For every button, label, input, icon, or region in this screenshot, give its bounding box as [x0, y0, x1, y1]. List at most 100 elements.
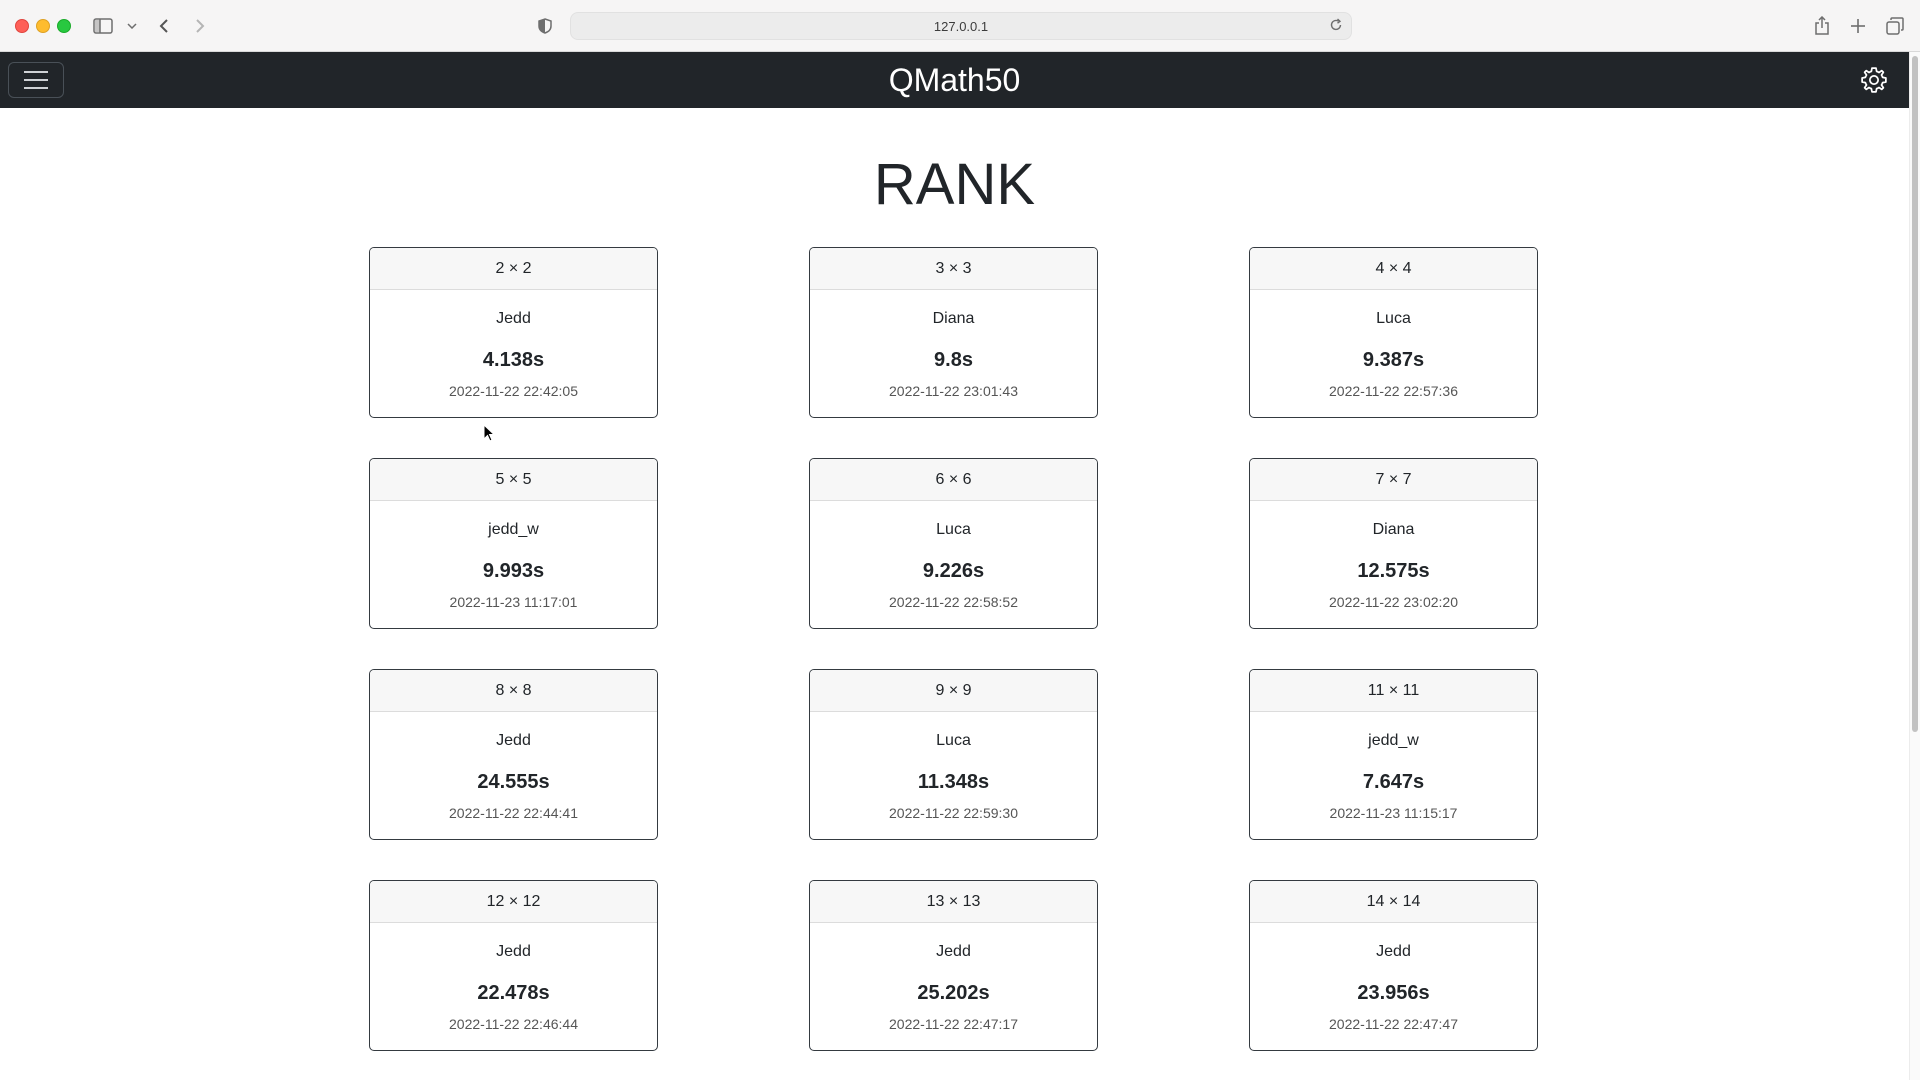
record-date: 2022-11-22 22:59:30 — [889, 805, 1018, 821]
privacy-shield-icon[interactable] — [536, 13, 554, 39]
mouse-cursor-icon — [483, 423, 496, 447]
board-size: 14 × 14 — [1366, 892, 1421, 910]
rank-card: 2 × 2 Jedd 4.138s 2022-11-22 22:42:05 — [369, 247, 658, 418]
player-name: jedd_w — [488, 521, 539, 538]
reload-icon[interactable] — [1329, 18, 1343, 35]
board-size-header: 7 × 7 — [1250, 459, 1537, 501]
rank-card: 14 × 14 Jedd 23.956s 2022-11-22 22:47:47 — [1249, 880, 1538, 1051]
board-size-header: 14 × 14 — [1250, 881, 1537, 923]
rank-card: 3 × 3 Diana 9.8s 2022-11-22 23:01:43 — [809, 247, 1098, 418]
address-url: 127.0.0.1 — [933, 18, 989, 34]
close-window-button[interactable] — [15, 19, 29, 33]
board-size-header: 12 × 12 — [370, 881, 657, 923]
rank-card: 6 × 6 Luca 9.226s 2022-11-22 22:58:52 — [809, 458, 1098, 629]
player-name: Luca — [936, 732, 971, 749]
record-date: 2022-11-22 22:44:41 — [449, 805, 578, 821]
player-name: jedd_w — [1368, 732, 1419, 749]
board-size: 12 × 12 — [486, 892, 541, 910]
rank-card: 7 × 7 Diana 12.575s 2022-11-22 23:02:20 — [1249, 458, 1538, 629]
board-size: 9 × 9 — [935, 681, 972, 699]
board-size: 7 × 7 — [1375, 470, 1412, 488]
best-time: 24.555s — [477, 771, 550, 793]
board-size-header: 8 × 8 — [370, 670, 657, 712]
zoom-window-button[interactable] — [57, 19, 71, 33]
board-size-header: 13 × 13 — [810, 881, 1097, 923]
player-name: Jedd — [496, 943, 531, 960]
player-name: Jedd — [496, 310, 531, 327]
rank-card-body: Jedd 25.202s 2022-11-22 22:47:17 — [810, 942, 1097, 1033]
best-time: 25.202s — [917, 982, 990, 1004]
record-date: 2022-11-23 11:17:01 — [449, 594, 578, 610]
rank-card-body: Jedd 23.956s 2022-11-22 22:47:47 — [1250, 942, 1537, 1033]
address-bar[interactable]: 127.0.0.1 — [570, 12, 1352, 40]
best-time: 9.993s — [482, 560, 545, 582]
board-size-header: 2 × 2 — [370, 248, 657, 290]
sidebar-icon[interactable] — [92, 13, 114, 39]
rank-card-body: Jedd 24.555s 2022-11-22 22:44:41 — [370, 731, 657, 822]
board-size: 8 × 8 — [495, 681, 532, 699]
rank-card-body: Diana 9.8s 2022-11-22 23:01:43 — [810, 309, 1097, 400]
best-time: 4.138s — [482, 349, 545, 371]
tab-overview-icon[interactable] — [1884, 13, 1906, 39]
best-time: 7.647s — [1362, 771, 1425, 793]
player-name: Jedd — [496, 732, 531, 749]
board-size: 11 × 11 — [1367, 681, 1420, 699]
scrollbar-thumb[interactable] — [1912, 56, 1918, 732]
record-date: 2022-11-22 23:02:20 — [1329, 594, 1458, 610]
board-size: 6 × 6 — [935, 470, 972, 488]
board-size-header: 4 × 4 — [1250, 248, 1537, 290]
record-date: 2022-11-22 22:46:44 — [449, 1016, 578, 1032]
minimize-window-button[interactable] — [36, 19, 50, 33]
gear-icon[interactable] — [1859, 65, 1889, 100]
player-name: Jedd — [936, 943, 971, 960]
best-time: 22.478s — [477, 982, 550, 1004]
hamburger-icon — [24, 71, 48, 89]
forward-icon[interactable] — [192, 13, 208, 39]
rank-card-body: jedd_w 7.647s 2022-11-23 11:15:17 — [1250, 731, 1537, 822]
back-icon[interactable] — [156, 13, 172, 39]
record-date: 2022-11-23 11:15:17 — [1329, 805, 1458, 821]
rank-card-body: Diana 12.575s 2022-11-22 23:02:20 — [1250, 520, 1537, 611]
player-name: Jedd — [1376, 943, 1411, 960]
rank-card: 13 × 13 Jedd 25.202s 2022-11-22 22:47:17 — [809, 880, 1098, 1051]
best-time: 23.956s — [1357, 982, 1430, 1004]
board-size: 13 × 13 — [926, 892, 981, 910]
record-date: 2022-11-22 22:58:52 — [889, 594, 1018, 610]
player-name: Diana — [932, 310, 975, 327]
board-size-header: 6 × 6 — [810, 459, 1097, 501]
rank-card: 9 × 9 Luca 11.348s 2022-11-22 22:59:30 — [809, 669, 1098, 840]
rank-card-body: Luca 11.348s 2022-11-22 22:59:30 — [810, 731, 1097, 822]
record-date: 2022-11-22 22:57:36 — [1329, 383, 1458, 399]
rank-card-body: Luca 9.226s 2022-11-22 22:58:52 — [810, 520, 1097, 611]
menu-toggle-button[interactable] — [8, 62, 64, 98]
player-name: Diana — [1372, 521, 1415, 538]
app-navbar: QMath50 — [0, 52, 1909, 108]
rank-card: 12 × 12 Jedd 22.478s 2022-11-22 22:46:44 — [369, 880, 658, 1051]
record-date: 2022-11-22 23:01:43 — [889, 383, 1018, 399]
board-size-header: 3 × 3 — [810, 248, 1097, 290]
brand-title[interactable]: QMath50 — [889, 62, 1021, 99]
board-size-header: 5 × 5 — [370, 459, 657, 501]
rank-card: 4 × 4 Luca 9.387s 2022-11-22 22:57:36 — [1249, 247, 1538, 418]
board-size: 4 × 4 — [1375, 259, 1412, 277]
rank-card: 8 × 8 Jedd 24.555s 2022-11-22 22:44:41 — [369, 669, 658, 840]
rank-card: 5 × 5 jedd_w 9.993s 2022-11-23 11:17:01 — [369, 458, 658, 629]
record-date: 2022-11-22 22:42:05 — [449, 383, 578, 399]
board-size: 5 × 5 — [495, 470, 532, 488]
board-size: 2 × 2 — [495, 259, 532, 277]
browser-toolbar: 127.0.0.1 — [0, 0, 1920, 52]
chevron-down-icon[interactable] — [126, 13, 138, 39]
best-time: 9.226s — [922, 560, 985, 582]
rank-card-body: Jedd 4.138s 2022-11-22 22:42:05 — [370, 309, 657, 400]
page-scrollbar[interactable] — [1909, 52, 1920, 1080]
best-time: 12.575s — [1357, 560, 1430, 582]
rank-card: 11 × 11 jedd_w 7.647s 2022-11-23 11:15:1… — [1249, 669, 1538, 840]
best-time: 9.387s — [1362, 349, 1425, 371]
page-title: RANK — [873, 152, 1036, 217]
new-tab-icon[interactable] — [1848, 13, 1868, 39]
record-date: 2022-11-22 22:47:17 — [889, 1016, 1018, 1032]
share-icon[interactable] — [1812, 13, 1832, 39]
rank-card-body: Jedd 22.478s 2022-11-22 22:46:44 — [370, 942, 657, 1033]
rank-grid: 2 × 2 Jedd 4.138s 2022-11-22 22:42:05 3 … — [369, 247, 1539, 1051]
best-time: 9.8s — [934, 349, 973, 371]
